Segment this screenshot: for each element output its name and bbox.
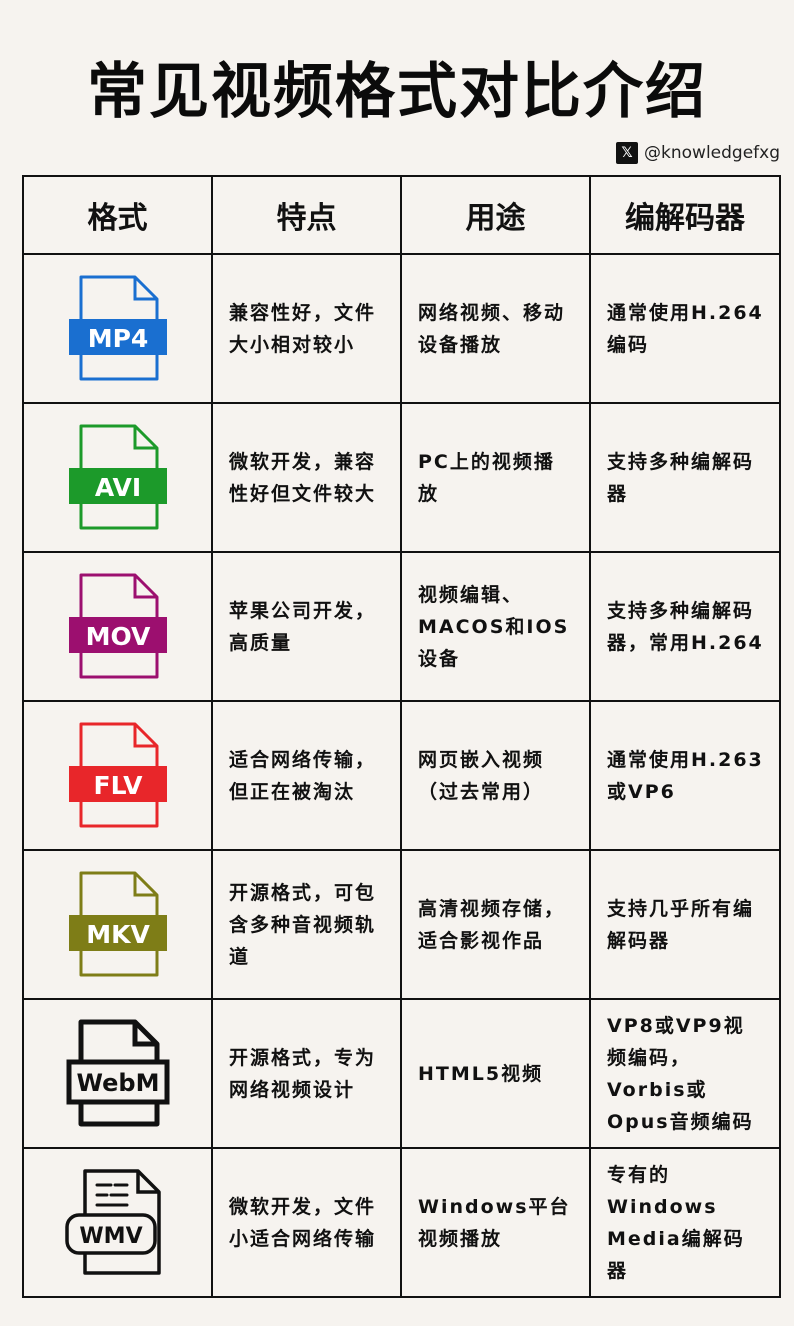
usage-cell: PC上的视频播放 xyxy=(400,402,591,553)
features-cell: 微软开发，文件小适合网络传输 xyxy=(211,1147,402,1298)
format-comparison-table: 格式 特点 用途 编解码器 MP4 兼容性好，文件大小相对较小 网络视频、移动设备播… xyxy=(22,175,781,1298)
features-text: 兼容性好，文件大小相对较小 xyxy=(229,301,377,356)
features-text: 苹果公司开发，高质量 xyxy=(229,599,377,654)
features-cell: 微软开发，兼容性好但文件较大 xyxy=(211,402,402,553)
usage-cell: 网络视频、移动设备播放 xyxy=(400,253,591,404)
usage-text: Windows平台视频播放 xyxy=(418,1195,571,1250)
format-cell: AVI xyxy=(22,402,213,553)
mov-file-icon: MOV xyxy=(68,573,167,678)
header-usage: 用途 xyxy=(400,175,591,255)
table-row: MKV 开源格式，可包含多种音视频轨道 高清视频存储，适合影视作品 支持几乎所有编解码… xyxy=(22,849,781,1000)
table-row: WebM 开源格式，专为网络视频设计 HTML5视频 VP8或VP9视频编码，Vorb… xyxy=(22,998,781,1149)
format-cell: FLV xyxy=(22,700,213,851)
table-row: WMV 微软开发，文件小适合网络传输 Windows平台视频播放 专有的Windows… xyxy=(22,1147,781,1298)
format-cell: MOV xyxy=(22,551,213,702)
usage-cell: Windows平台视频播放 xyxy=(400,1147,591,1298)
codec-cell: 支持几乎所有编解码器 xyxy=(589,849,781,1000)
features-cell: 开源格式，可包含多种音视频轨道 xyxy=(211,849,402,1000)
table-row: MOV 苹果公司开发，高质量 视频编辑、MACOS和IOS设备 支持多种编解码器，常用… xyxy=(22,551,781,702)
codec-text: VP8或VP9视频编码，Vorbis或Opus音频编码 xyxy=(607,1014,754,1133)
usage-text: 高清视频存储，适合影视作品 xyxy=(418,897,566,952)
table-row: MP4 兼容性好，文件大小相对较小 网络视频、移动设备播放 通常使用H.264编码 xyxy=(22,253,781,404)
codec-text: 专有的Windows Media编解码器 xyxy=(607,1163,745,1282)
usage-cell: HTML5视频 xyxy=(400,998,591,1149)
format-label: AVI xyxy=(94,473,140,502)
mkv-file-icon: MKV xyxy=(68,871,167,976)
features-text: 微软开发，文件小适合网络传输 xyxy=(229,1195,377,1250)
table-row: AVI 微软开发，兼容性好但文件较大 PC上的视频播放 支持多种编解码器 xyxy=(22,402,781,553)
table-header-row: 格式 特点 用途 编解码器 xyxy=(22,175,781,255)
usage-text: 视频编辑、MACOS和IOS设备 xyxy=(418,583,570,670)
format-label: MOV xyxy=(85,622,150,651)
format-cell: WebM xyxy=(22,998,213,1149)
features-cell: 苹果公司开发，高质量 xyxy=(211,551,402,702)
header-features: 特点 xyxy=(211,175,402,255)
usage-cell: 网页嵌入视频（过去常用） xyxy=(400,700,591,851)
format-cell: MP4 xyxy=(22,253,213,404)
format-label: WebM xyxy=(76,1069,159,1097)
codec-cell: 专有的Windows Media编解码器 xyxy=(589,1147,781,1298)
flv-file-icon: FLV xyxy=(68,722,167,827)
features-cell: 兼容性好，文件大小相对较小 xyxy=(211,253,402,404)
avi-file-icon: AVI xyxy=(68,424,167,529)
usage-text: 网页嵌入视频（过去常用） xyxy=(418,748,545,803)
format-cell: WMV xyxy=(22,1147,213,1298)
codec-text: 通常使用H.264编码 xyxy=(607,301,764,356)
features-text: 适合网络传输，但正在被淘汰 xyxy=(229,748,377,803)
codec-text: 支持几乎所有编解码器 xyxy=(607,897,755,952)
format-label: MP4 xyxy=(87,324,148,353)
webm-file-icon: WebM xyxy=(66,1019,169,1126)
usage-text: 网络视频、移动设备播放 xyxy=(418,301,566,356)
codec-text: 通常使用H.263或VP6 xyxy=(607,748,764,803)
header-format: 格式 xyxy=(22,175,213,255)
usage-text: HTML5视频 xyxy=(418,1062,544,1085)
wmv-file-icon: WMV xyxy=(64,1168,161,1275)
usage-cell: 视频编辑、MACOS和IOS设备 xyxy=(400,551,591,702)
codec-cell: VP8或VP9视频编码，Vorbis或Opus音频编码 xyxy=(589,998,781,1149)
features-text: 开源格式，专为网络视频设计 xyxy=(229,1046,377,1101)
usage-text: PC上的视频播放 xyxy=(418,450,555,505)
format-cell: MKV xyxy=(22,849,213,1000)
format-label: MKV xyxy=(86,920,150,949)
codec-cell: 支持多种编解码器，常用H.264 xyxy=(589,551,781,702)
mp4-file-icon: MP4 xyxy=(68,275,167,380)
format-label: FLV xyxy=(93,771,143,800)
features-cell: 开源格式，专为网络视频设计 xyxy=(211,998,402,1149)
features-cell: 适合网络传输，但正在被淘汰 xyxy=(211,700,402,851)
features-text: 开源格式，可包含多种音视频轨道 xyxy=(229,881,377,968)
author-handle[interactable]: 𝕏 @knowledgefxg xyxy=(616,142,780,164)
codec-text: 支持多种编解码器 xyxy=(607,450,755,505)
header-codec: 编解码器 xyxy=(589,175,781,255)
codec-cell: 支持多种编解码器 xyxy=(589,402,781,553)
usage-cell: 高清视频存储，适合影视作品 xyxy=(400,849,591,1000)
codec-cell: 通常使用H.263或VP6 xyxy=(589,700,781,851)
x-logo-icon: 𝕏 xyxy=(616,142,639,164)
codec-cell: 通常使用H.264编码 xyxy=(589,253,781,404)
format-label: WMV xyxy=(79,1224,142,1249)
page-title: 常见视频格式对比介绍 xyxy=(87,57,707,127)
features-text: 微软开发，兼容性好但文件较大 xyxy=(229,450,377,505)
table-row: FLV 适合网络传输，但正在被淘汰 网页嵌入视频（过去常用） 通常使用H.263或VP… xyxy=(22,700,781,851)
handle-text: @knowledgefxg xyxy=(644,143,780,163)
codec-text: 支持多种编解码器，常用H.264 xyxy=(607,599,764,654)
